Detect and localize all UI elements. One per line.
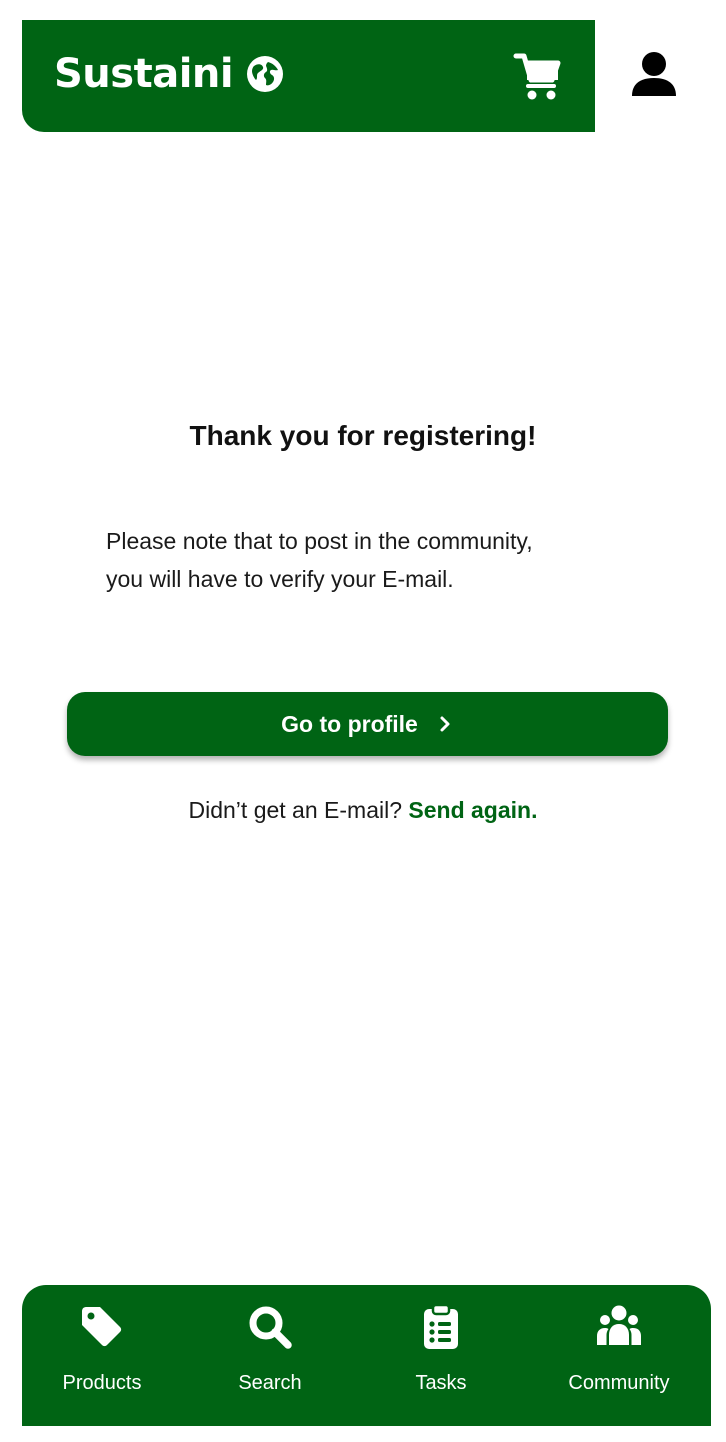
nav-item-tasks[interactable]: Tasks (366, 1303, 516, 1413)
page-title: Thank you for registering! (189, 420, 537, 451)
people-icon (597, 1305, 641, 1345)
globe-icon (247, 56, 284, 92)
go-to-profile-label: Go to profile (281, 710, 418, 737)
bottom-navigation: Products Search Tasks Community (22, 1285, 711, 1426)
user-icon[interactable] (626, 48, 682, 104)
nav-label-community: Community (568, 1372, 670, 1394)
nav-label-search: Search (238, 1372, 302, 1394)
cart-icon[interactable] (512, 50, 564, 102)
nav-label-tasks: Tasks (415, 1372, 467, 1394)
resend-prompt: Didn’t get an E-mail? (188, 797, 403, 823)
verification-note: Please note that to post in the communit… (106, 522, 646, 598)
tag-icon (82, 1307, 122, 1347)
clipboard-icon (424, 1303, 458, 1349)
brand-name: Sustaini (54, 51, 234, 97)
nav-item-search[interactable]: Search (195, 1303, 345, 1413)
note-line-1: Please note that to post in the communit… (106, 528, 533, 554)
brand-logo[interactable]: Sustaini (54, 48, 285, 100)
resend-email-row: Didn’t get an E-mail? Send again. (0, 792, 726, 828)
send-again-link[interactable]: Send again. (408, 797, 537, 823)
nav-item-products[interactable]: Products (27, 1303, 177, 1413)
chevron-right-icon (440, 716, 450, 732)
note-line-2: you will have to verify your E-mail. (106, 566, 454, 592)
go-to-profile-button[interactable]: Go to profile (67, 692, 668, 756)
app-header: Sustaini (22, 20, 595, 132)
nav-label-products: Products (62, 1372, 142, 1394)
search-icon (249, 1306, 292, 1349)
nav-item-community[interactable]: Community (544, 1303, 694, 1413)
